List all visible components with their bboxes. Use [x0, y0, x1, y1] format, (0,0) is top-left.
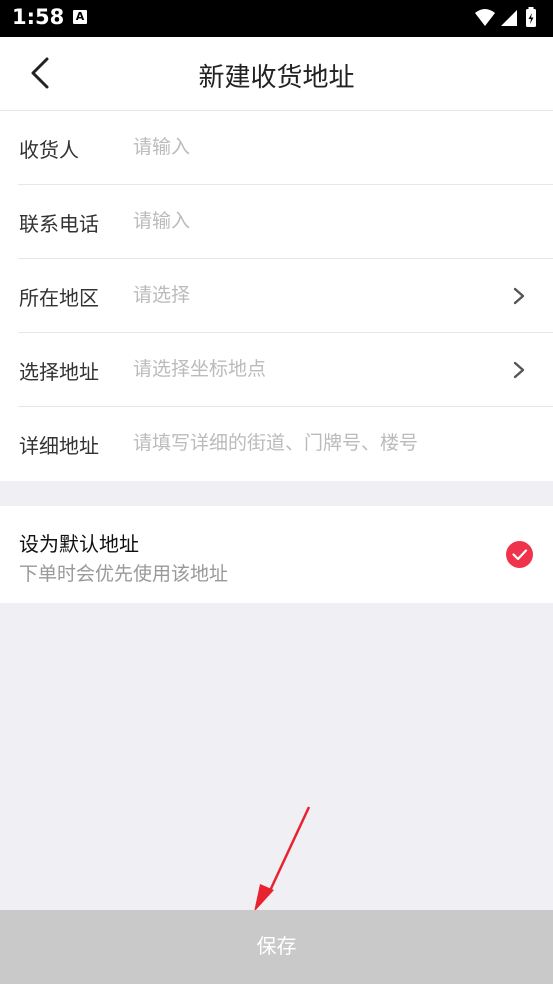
page-title: 新建收货地址 — [198, 63, 355, 93]
region-select[interactable] — [133, 276, 503, 314]
nav-bar: 新建收货地址 — [0, 37, 553, 111]
status-time: 1:58 — [12, 5, 65, 29]
location-select[interactable] — [133, 350, 503, 388]
wifi-icon — [475, 9, 495, 26]
field-recipient: 收货人 — [0, 111, 553, 185]
field-region[interactable]: 所在地区 — [0, 259, 553, 333]
chevron-right-icon[interactable] — [513, 287, 525, 305]
field-phone: 联系电话 — [0, 185, 553, 259]
save-button[interactable]: 保存 — [0, 910, 553, 984]
status-bar: 1:58 A — [0, 0, 553, 37]
pointer-arrow-icon — [254, 806, 311, 912]
signal-icon — [501, 10, 517, 26]
chevron-right-icon[interactable] — [513, 361, 525, 379]
notification-icon: A — [73, 10, 87, 24]
phone-input[interactable] — [133, 202, 503, 240]
recipient-label: 收货人 — [19, 138, 79, 162]
phone-label: 联系电话 — [19, 212, 99, 236]
detail-address-label: 详细地址 — [19, 434, 99, 458]
recipient-input[interactable] — [133, 128, 503, 166]
field-detail-address: 详细地址 — [0, 407, 553, 481]
field-location[interactable]: 选择地址 — [0, 333, 553, 407]
checkbox-checked-icon[interactable] — [506, 541, 533, 568]
detail-address-input[interactable] — [133, 424, 503, 462]
address-form: 收货人 联系电话 所在地区 选择地址 详细地址 — [0, 111, 553, 481]
default-address-title: 设为默认地址 — [19, 532, 139, 556]
location-label: 选择地址 — [19, 360, 99, 384]
default-address-toggle[interactable]: 设为默认地址 下单时会优先使用该地址 — [0, 506, 553, 603]
region-label: 所在地区 — [19, 286, 99, 310]
default-address-subtitle: 下单时会优先使用该地址 — [19, 563, 229, 585]
status-icons — [473, 7, 543, 33]
